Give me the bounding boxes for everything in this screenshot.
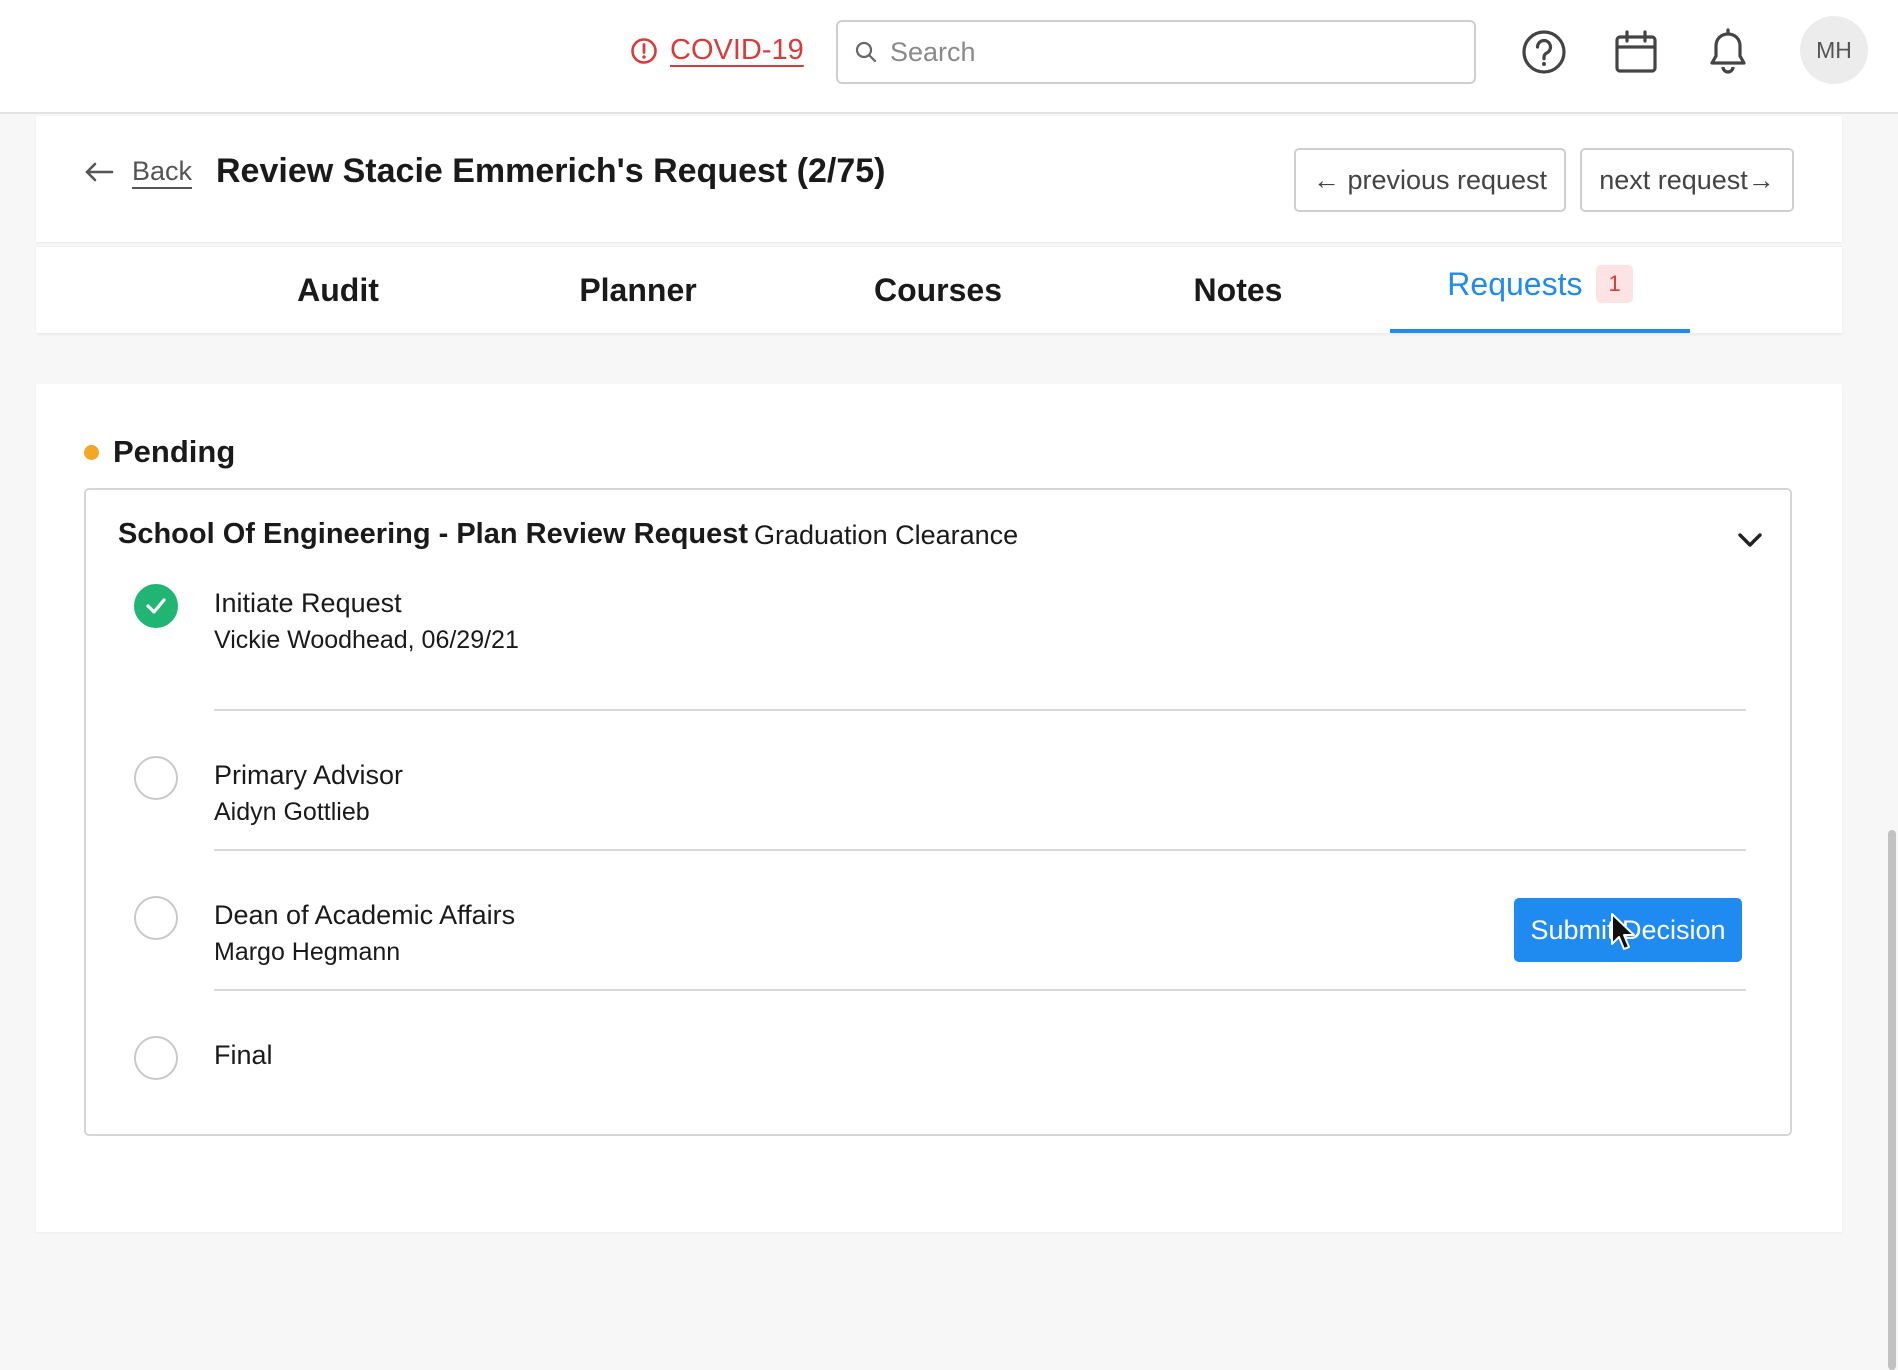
covid-alert-label: COVID-19 <box>670 34 804 66</box>
covid-alert-link[interactable]: COVID-19 <box>630 34 804 67</box>
requests-count-badge: 1 <box>1596 265 1633 303</box>
tab-notes[interactable]: Notes <box>1088 247 1388 333</box>
step-pending-indicator <box>134 1036 178 1080</box>
back-label: Back <box>132 156 193 186</box>
help-icon[interactable] <box>1520 28 1568 76</box>
avatar-initials: MH <box>1816 36 1852 63</box>
tab-bar: Audit Planner Courses Notes Requests 1 <box>36 246 1842 333</box>
checkmark-icon <box>146 598 166 614</box>
search-input[interactable] <box>888 35 1472 69</box>
step-divider <box>214 989 1746 991</box>
page-scrollbar[interactable] <box>1888 830 1896 1370</box>
search-icon <box>855 41 877 63</box>
status-dot <box>84 444 99 460</box>
step-divider <box>214 849 1746 851</box>
top-bar: COVID-19 MH <box>0 0 1898 114</box>
step-complete-indicator <box>134 584 178 628</box>
arrow-left-icon <box>85 162 114 181</box>
step-pending-indicator <box>134 756 178 800</box>
step-assignee: Aidyn Gottlieb <box>214 798 370 826</box>
step-assignee: Margo Hegmann <box>214 938 401 966</box>
page-title: Review Stacie Emmerich's Request (2/75) <box>216 152 886 190</box>
previous-request-button[interactable]: ← previous request <box>1294 148 1566 212</box>
status-label: Pending <box>113 434 236 469</box>
calendar-icon[interactable] <box>1612 28 1660 76</box>
step-name: Primary Advisor <box>214 760 404 790</box>
notification-bell-icon[interactable] <box>1704 28 1752 76</box>
user-avatar[interactable]: MH <box>1800 16 1868 84</box>
tab-audit[interactable]: Audit <box>188 247 488 333</box>
status-indicator: Pending <box>84 434 235 470</box>
request-header: Back Review Stacie Emmerich's Request (2… <box>36 116 1842 242</box>
search-box[interactable] <box>836 20 1476 84</box>
step-assignee: Vickie Woodhead, 06/29/21 <box>214 626 519 654</box>
tab-label: Requests <box>1447 265 1583 302</box>
step-pending-indicator <box>134 896 178 940</box>
requests-panel: Pending School Of Engineering - Plan Rev… <box>36 384 1842 1232</box>
request-title: School Of Engineering - Plan Review Requ… <box>118 518 749 550</box>
step-name: Dean of Academic Affairs <box>214 900 516 930</box>
tab-courses[interactable]: Courses <box>788 247 1088 333</box>
step-divider <box>214 709 1746 711</box>
tab-label: Courses <box>873 271 1003 308</box>
back-link[interactable]: Back <box>84 156 192 187</box>
tab-label: Notes <box>1193 271 1283 308</box>
tab-label: Planner <box>579 271 697 308</box>
alert-circle-icon <box>631 37 657 64</box>
tab-requests[interactable]: Requests 1 <box>1390 247 1690 333</box>
tab-label: Audit <box>297 271 379 308</box>
tab-planner[interactable]: Planner <box>488 247 788 333</box>
chevron-down-icon[interactable] <box>1734 524 1766 556</box>
step-name: Final <box>214 1040 273 1070</box>
request-card: School Of Engineering - Plan Review Requ… <box>84 488 1792 1136</box>
request-type: Graduation Clearance <box>754 520 1019 550</box>
next-request-button[interactable]: next request→ <box>1580 148 1794 212</box>
step-name: Initiate Request <box>214 588 402 618</box>
submit-decision-button[interactable]: Submit Decision <box>1514 898 1742 962</box>
